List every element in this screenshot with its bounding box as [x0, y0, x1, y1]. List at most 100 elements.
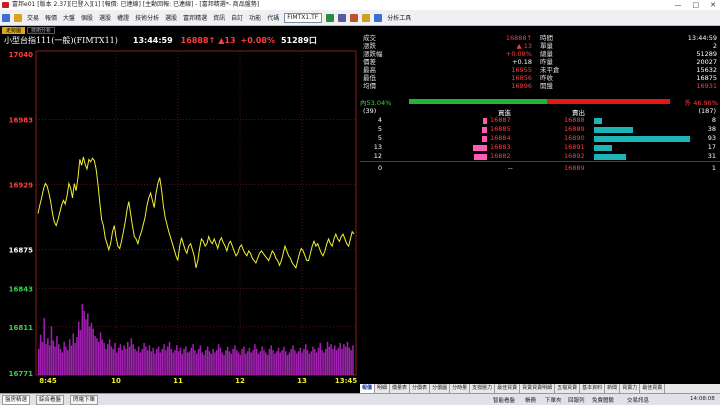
panel-tab[interactable]: 五檔買賣: [555, 384, 581, 393]
orderbook-row[interactable]: 12 16882 16892 31: [360, 152, 720, 161]
ask-price[interactable]: 16891: [564, 143, 585, 152]
volume-bar: [295, 353, 298, 375]
account-button[interactable]: 帳務: [525, 396, 536, 404]
ask-size-bar: [594, 145, 612, 151]
panel-tab[interactable]: 買賣力: [620, 384, 641, 393]
volume-bar: [310, 351, 312, 375]
volume-bar: [57, 344, 60, 375]
y-tick-label: 16875: [9, 247, 33, 255]
volume-bar: [257, 353, 260, 375]
alert-icon[interactable]: [350, 13, 359, 22]
bid-price[interactable]: 16882: [490, 152, 511, 161]
volume-bar: [279, 352, 282, 375]
volume-bar: [96, 338, 98, 375]
minimize-button[interactable]: —: [675, 0, 682, 10]
search-icon[interactable]: [326, 13, 335, 22]
order-folder-button[interactable]: 下單夾: [545, 396, 562, 404]
menu-quote[interactable]: 報價: [45, 13, 57, 22]
menu-stock[interactable]: 個股: [81, 13, 93, 22]
ask-size-bar: [594, 118, 602, 124]
trade-message-button[interactable]: 交易訊息: [627, 396, 649, 404]
volume-bar: [77, 321, 80, 375]
volume-bar: [81, 303, 84, 375]
volume-bar: [177, 351, 180, 375]
volume-bar: [275, 351, 278, 375]
menu-custom[interactable]: 自訂: [231, 13, 243, 22]
volume-bar: [168, 341, 171, 375]
panel-tab[interactable]: 報價: [360, 384, 376, 393]
quote-label: 漲跌: [363, 42, 376, 50]
ask-size-bar: [594, 136, 690, 142]
tab-quick-order[interactable]: 閃電下單: [70, 395, 99, 405]
menu-screener[interactable]: 選股: [99, 13, 111, 22]
menu-tech-analysis[interactable]: 技術分析: [135, 13, 159, 22]
cursor-icon[interactable]: [374, 13, 383, 22]
volume-bar: [125, 348, 127, 375]
ask-price[interactable]: 16890: [564, 134, 585, 143]
orderbook-row[interactable]: 5 16885 16889 38: [360, 125, 720, 134]
close-button[interactable]: ✕: [710, 0, 716, 10]
panel-tab[interactable]: 新聞: [605, 384, 621, 393]
panel-tab[interactable]: 支撐壓力: [470, 384, 496, 393]
tab-featured-board[interactable]: 盤房精選: [2, 395, 31, 405]
volume-bar: [297, 351, 300, 375]
menu-featured[interactable]: 富邦精選: [183, 13, 207, 22]
trading-app: 富邦e01 [版本 2.37][已登入][1] [報價: 已連線] [主動回報:…: [0, 0, 720, 405]
orderbook-row[interactable]: 4 16887 16888 8: [360, 116, 720, 125]
ask-price[interactable]: 16889: [564, 125, 585, 134]
volume-bar: [165, 350, 167, 375]
volume-bar: [39, 334, 42, 375]
home-icon[interactable]: [2, 13, 10, 22]
window-icon[interactable]: [338, 13, 347, 22]
ask-price[interactable]: 16888: [564, 116, 585, 125]
volume-bar: [332, 348, 334, 375]
panel-tab[interactable]: 買賣買賣明細: [520, 384, 556, 393]
volume-bar: [268, 348, 271, 375]
intraday-chart[interactable]: 17040 16983 16929 16875 16843 16811 16771 8:45 1…: [0, 47, 360, 384]
folder-icon[interactable]: [14, 13, 22, 22]
panel-tab[interactable]: 最佳買賣: [495, 384, 521, 393]
tab-general-board[interactable]: 綜合看盤: [36, 395, 65, 405]
symbol-input[interactable]: FIMTX1.TF: [284, 12, 323, 23]
tab-trend-chart[interactable]: 走勢圖: [2, 26, 26, 34]
menu-screener-2[interactable]: 選股: [165, 13, 177, 22]
volume-bar: [145, 346, 147, 375]
maximize-button[interactable]: □: [693, 0, 700, 10]
volume-bar: [299, 347, 302, 375]
panel-tab[interactable]: 分時量: [450, 384, 471, 393]
free-trial-button[interactable]: 免費體驗: [592, 396, 614, 404]
panel-tab[interactable]: 分價圖: [430, 384, 451, 393]
volume-bar: [339, 342, 341, 375]
bid-price[interactable]: 16884: [490, 134, 511, 143]
smart-board-button[interactable]: 智能看盤: [493, 396, 515, 404]
panel-tab[interactable]: 明細: [375, 384, 391, 393]
menu-analysis-tools[interactable]: 分析工具: [387, 13, 411, 22]
panel-tab[interactable]: 價量表: [390, 384, 411, 393]
panel-tab[interactable]: 分價表: [410, 384, 431, 393]
tab-tech-analysis[interactable]: 技術分析: [27, 26, 56, 34]
bid-price[interactable]: 16883: [490, 143, 511, 152]
quote-row: 最低 16856 昨收 16875: [360, 74, 720, 82]
report-bar-button[interactable]: 回報列: [568, 396, 585, 404]
bid-price[interactable]: 16887: [490, 116, 511, 125]
y-tick-label: 17040: [9, 51, 33, 59]
menu-info[interactable]: 資訊: [213, 13, 225, 22]
menu-trade[interactable]: 交易: [27, 13, 39, 22]
quote-label: 昨量: [540, 58, 553, 66]
ask-price[interactable]: 16892: [564, 152, 585, 161]
symbol-label: 代碼: [267, 15, 280, 22]
volume-bar: [154, 353, 156, 375]
menu-warrant[interactable]: 權證: [117, 13, 129, 22]
volume-bar: [290, 348, 292, 375]
menu-market[interactable]: 大盤: [63, 13, 75, 22]
volume-bar: [196, 353, 198, 375]
volume-bar: [252, 350, 254, 375]
panel-tab[interactable]: 基本資料: [580, 384, 606, 393]
menu-function[interactable]: 功能: [249, 13, 261, 22]
orderbook-row[interactable]: 5 16884 16890 93: [360, 134, 720, 143]
outer-ratio-label: 外 46.96%: [684, 99, 718, 107]
bid-price[interactable]: 16885: [490, 125, 511, 134]
orderbook-row[interactable]: 13 16883 16891 17: [360, 143, 720, 152]
settings-icon[interactable]: [362, 13, 371, 22]
panel-tab[interactable]: 最佳買賣: [640, 384, 666, 393]
